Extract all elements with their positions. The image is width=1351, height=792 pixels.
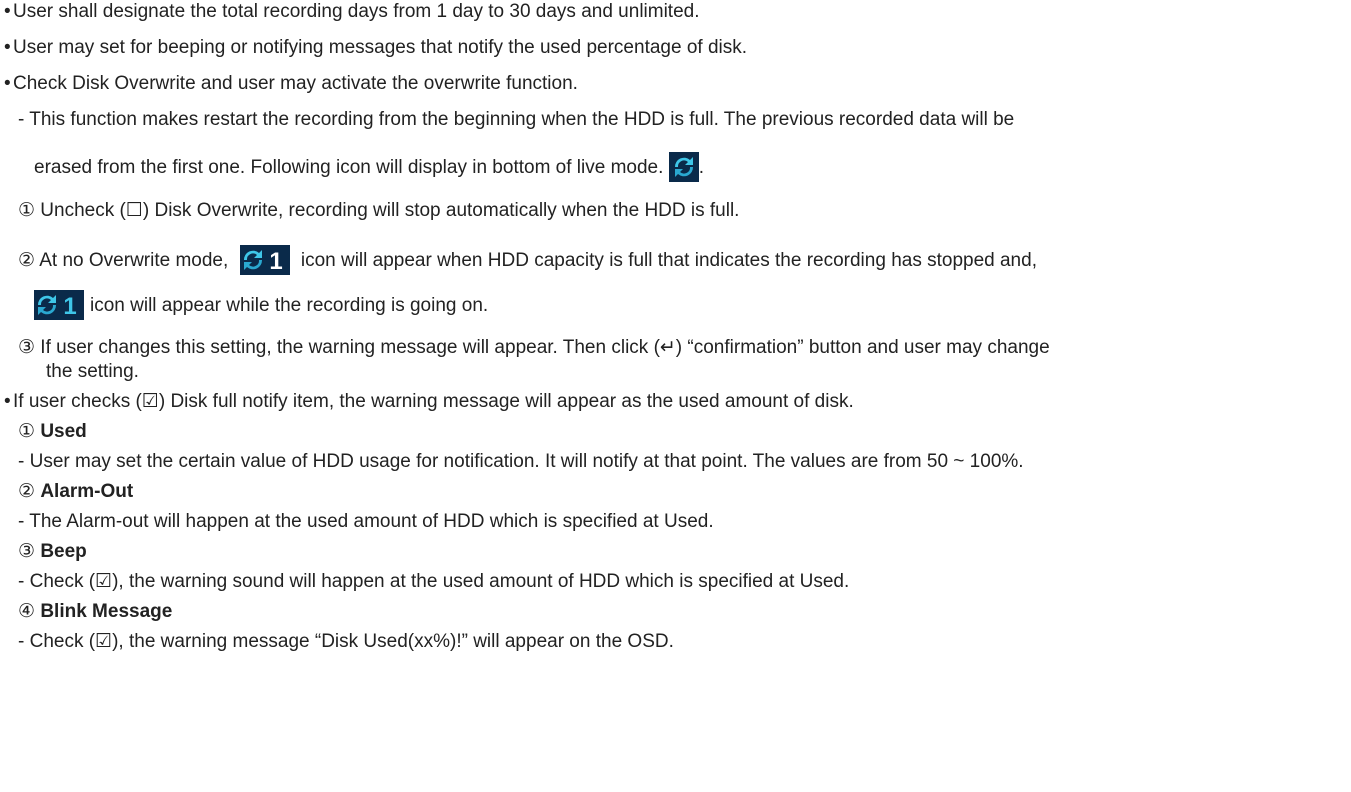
bullet-text: User may set for beeping or notifying me… xyxy=(13,37,748,58)
overwrite-item-3-cont: the setting. xyxy=(46,361,139,382)
item-text: icon will appear while the recording is … xyxy=(90,295,489,316)
bullet-text: User shall designate the total recording… xyxy=(13,1,700,22)
item-title: Alarm-Out xyxy=(40,481,134,502)
overwrite-description-line1: - This function makes restart the record… xyxy=(18,109,1015,130)
item-number: ② xyxy=(18,481,36,502)
notify-item-blink-desc: - Check (☑), the warning message “Disk U… xyxy=(18,631,674,652)
overwrite-item-3: ③ If user changes this setting, the warn… xyxy=(18,337,1050,358)
notify-item-beep-title: ③ Beep xyxy=(18,540,87,564)
item-title: Blink Message xyxy=(40,601,173,622)
overwrite-item-2: ② At no Overwrite mode, 1 icon will appe… xyxy=(18,245,1037,275)
notify-item-used-desc: - User may set the certain value of HDD … xyxy=(18,451,1024,472)
bullet-beep-notify: • User may set for beeping or notifying m… xyxy=(4,37,748,58)
bullet-text: If user checks (☑) Disk full notify item… xyxy=(13,391,854,412)
notify-item-used-title: ① Used xyxy=(18,420,87,444)
item-title: Used xyxy=(40,421,87,442)
overwrite-item-1: ① Uncheck (☐) Disk Overwrite, recording … xyxy=(18,200,740,221)
description-end: . xyxy=(698,157,704,178)
description-text: erased from the first one. Following ico… xyxy=(34,157,664,178)
overwrite-icon xyxy=(668,152,699,182)
record-stopped-icon: 1 xyxy=(239,245,290,275)
svg-text:1: 1 xyxy=(63,293,76,320)
bullet-text: Check Disk Overwrite and user may activa… xyxy=(13,73,578,94)
notify-item-alarm-title: ② Alarm-Out xyxy=(18,480,133,504)
item-number: ① xyxy=(18,421,36,442)
svg-text:1: 1 xyxy=(269,248,282,275)
bullet-overwrite: • Check Disk Overwrite and user may activ… xyxy=(4,73,578,94)
overwrite-item-2-cont: 1 icon will appear while the recording i… xyxy=(34,290,488,320)
item-text: ② At no Overwrite mode, xyxy=(18,250,229,271)
manual-page: • User shall designate the total recordin… xyxy=(0,0,1351,792)
overwrite-description-line2: erased from the first one. Following ico… xyxy=(34,152,704,182)
item-number: ③ xyxy=(18,541,36,562)
notify-item-blink-title: ④ Blink Message xyxy=(18,600,172,624)
recording-icon: 1 xyxy=(34,290,84,320)
item-title: Beep xyxy=(40,541,87,562)
item-text-cont: icon will appear when HDD capacity is fu… xyxy=(300,250,1037,271)
notify-item-alarm-desc: - The Alarm-out will happen at the used … xyxy=(18,511,714,532)
bullet-disk-full: • If user checks (☑) Disk full notify ite… xyxy=(4,391,854,412)
item-number: ④ xyxy=(18,601,36,622)
bullet-record-days: • User shall designate the total recordin… xyxy=(4,1,700,22)
notify-item-beep-desc: - Check (☑), the warning sound will happ… xyxy=(18,571,850,592)
